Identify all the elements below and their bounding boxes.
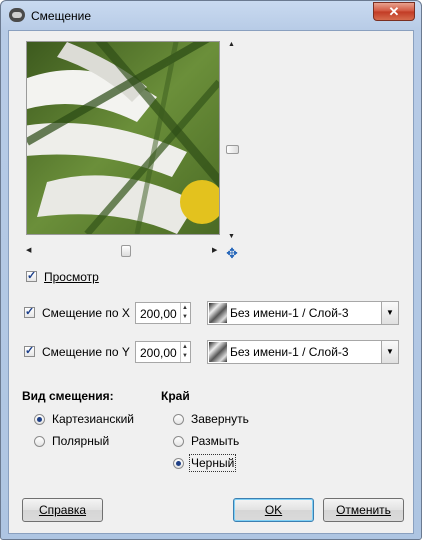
displace-y-drawable-name: Без имени-1 / Слой-3 [230,345,349,359]
layer-thumbnail [209,342,227,362]
displace-x-checkbox[interactable] [24,305,35,318]
chevron-down-icon[interactable]: ▼ [381,302,398,324]
edge-smear-label[interactable]: Размыть [191,434,239,448]
layer-thumbnail [209,303,227,323]
displace-x-value[interactable]: 200,00 [140,307,177,321]
preview-horizontal-scrollbar[interactable]: ◀ ▶ [26,245,222,257]
close-button[interactable]: ✕ [373,2,415,21]
displace-y-spin-buttons[interactable]: ▲ ▼ [180,342,190,362]
edge-wrap-radio[interactable] [173,414,184,425]
preview-label[interactable]: Просмотр [44,270,99,284]
mode-polar-label[interactable]: Полярный [52,434,109,448]
displace-x-drawable-select[interactable]: Без имени-1 / Слой-3 ▼ [207,301,399,325]
displace-x-spin-buttons[interactable]: ▲ ▼ [180,303,190,323]
spin-down-icon[interactable]: ▼ [182,353,188,359]
displace-y-label[interactable]: Смещение по Y [42,345,130,359]
displace-y-drawable-select[interactable]: Без имени-1 / Слой-3 ▼ [207,340,399,364]
window-title: Смещение [31,9,92,23]
dialog-content: ▲ ▼ ◀ ▶ ✥ Просмотр Смещение по X 200,00 … [8,30,414,534]
edge-wrap-label[interactable]: Завернуть [191,412,249,426]
displace-x-spinbox[interactable]: 200,00 ▲ ▼ [135,302,191,324]
displacement-mode-title: Вид смещения: [22,389,114,403]
navigate-icon[interactable]: ✥ [225,246,239,260]
spin-up-icon[interactable]: ▲ [182,305,188,311]
preview-daisy-image [27,42,219,234]
edge-black-label[interactable]: Черный [188,454,237,472]
spin-down-icon[interactable]: ▼ [182,314,188,320]
scroll-right-icon[interactable]: ▶ [212,246,217,254]
spin-up-icon[interactable]: ▲ [182,344,188,350]
title-bar[interactable]: Смещение ✕ [1,1,421,31]
ok-button[interactable]: OK [233,498,314,522]
gimp-icon [9,8,25,22]
edge-smear-radio[interactable] [173,436,184,447]
scroll-up-icon[interactable]: ▲ [228,41,235,48]
chevron-down-icon[interactable]: ▼ [381,341,398,363]
mode-cartesian-radio[interactable] [34,414,45,425]
help-button[interactable]: Справка [22,498,103,522]
horizontal-scroll-thumb[interactable] [121,245,131,257]
preview-vertical-scrollbar[interactable]: ▲ ▼ [226,41,239,244]
edge-black-radio[interactable] [173,458,184,469]
scroll-left-icon[interactable]: ◀ [26,246,31,254]
preview-checkbox[interactable] [26,269,37,282]
displace-y-checkbox[interactable] [24,344,35,357]
scroll-down-icon[interactable]: ▼ [228,233,235,240]
displace-y-spinbox[interactable]: 200,00 ▲ ▼ [135,341,191,363]
edge-behavior-title: Край [161,389,190,403]
displace-dialog-window: Смещение ✕ ▲ ▼ ◀ ▶ ✥ ✓ Просмотр ✓ Смещен… [0,0,422,540]
displace-x-drawable-name: Без имени-1 / Слой-3 [230,306,349,320]
displace-x-label[interactable]: Смещение по X [42,306,130,320]
vertical-scroll-thumb[interactable] [226,145,239,154]
cancel-button[interactable]: Отменить [323,498,404,522]
displace-y-value[interactable]: 200,00 [140,346,177,360]
mode-cartesian-label[interactable]: Картезианский [52,412,134,426]
preview-image[interactable] [26,41,220,235]
mode-polar-radio[interactable] [34,436,45,447]
